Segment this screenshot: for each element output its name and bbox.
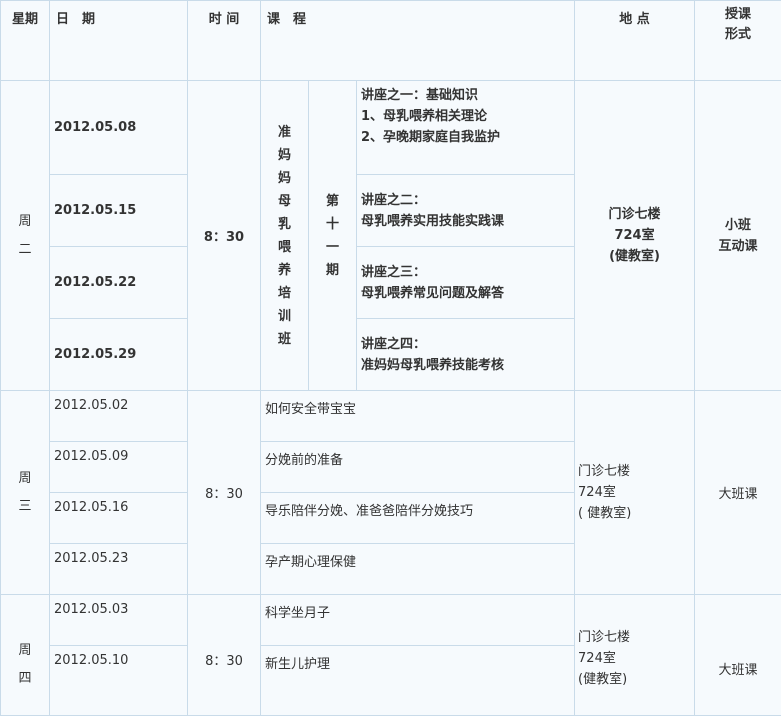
thursday-time: 8：30 xyxy=(188,595,261,716)
wednesday-location: 门诊七楼 724室 ( 健教室) xyxy=(575,391,695,595)
thursday-day-char1: 周 xyxy=(18,643,31,658)
wednesday-date-1: 2012.05.02 xyxy=(50,391,188,442)
thursday-day-char2: 四 xyxy=(18,671,31,686)
header-form-line2: 形式 xyxy=(695,25,781,45)
header-date: 日 期 xyxy=(50,1,188,81)
thursday-location: 门诊七楼 724室 (健教室) xyxy=(575,595,695,716)
wednesday-date-4: 2012.05.23 xyxy=(50,544,188,595)
tuesday-lecture-2: 讲座之二： 母乳喂养实用技能实践课 xyxy=(357,175,575,247)
tuesday-day-char2: 二 xyxy=(18,242,31,257)
header-course: 课 程 xyxy=(261,1,575,81)
tuesday-location: 门诊七楼 724室 (健教室) xyxy=(575,81,695,391)
thursday-form: 大班课 xyxy=(695,595,781,716)
lecture-4-line2: 准妈妈母乳喂养技能考核 xyxy=(361,355,574,376)
thursday-day-cell: 周 四 xyxy=(1,595,50,716)
wednesday-course-2: 分娩前的准备 xyxy=(261,442,575,493)
lecture-4-title: 讲座之四： xyxy=(361,334,574,355)
wednesday-day-char1: 周 xyxy=(18,471,31,486)
wednesday-course-1: 如何安全带宝宝 xyxy=(261,391,575,442)
header-weekday: 星期 xyxy=(1,1,50,81)
tuesday-course-name: 准妈妈母乳喂养培训班 xyxy=(277,121,291,351)
wednesday-course-4: 孕产期心理保健 xyxy=(261,544,575,595)
tuesday-lecture-4: 讲座之四： 准妈妈母乳喂养技能考核 xyxy=(357,319,575,391)
wednesday-date-3: 2012.05.16 xyxy=(50,493,188,544)
wednesday-day-cell: 周 三 xyxy=(1,391,50,595)
thursday-course-1: 科学坐月子 xyxy=(261,595,575,646)
lecture-3-line2: 母乳喂养常见问题及解答 xyxy=(361,283,574,304)
tuesday-form-line2: 互动课 xyxy=(695,236,781,257)
tuesday-course-name-cell: 准妈妈母乳喂养培训班 xyxy=(261,81,309,391)
tuesday-date-1: 2012.05.08 xyxy=(50,81,188,175)
tuesday-form: 小班 互动课 xyxy=(695,81,781,391)
tuesday-lecture-3: 讲座之三： 母乳喂养常见问题及解答 xyxy=(357,247,575,319)
thursday-course-2: 新生儿护理 xyxy=(261,646,575,716)
tuesday-form-line1: 小班 xyxy=(695,215,781,236)
tuesday-location-line2: 724室 xyxy=(575,225,694,246)
tuesday-period-cell: 第十一期 xyxy=(309,81,357,391)
thursday-date-2: 2012.05.10 xyxy=(50,646,188,716)
thursday-location-line1: 门诊七楼 xyxy=(578,627,694,648)
header-form: 授课 形式 xyxy=(695,1,781,81)
tuesday-period: 第十一期 xyxy=(325,190,339,282)
tuesday-date-2: 2012.05.15 xyxy=(50,175,188,247)
header-row: 星期 日 期 时 间 课 程 地 点 授课 形式 xyxy=(1,1,781,81)
wednesday-time: 8：30 xyxy=(188,391,261,595)
wednesday-row-1: 周 三 2012.05.02 8：30 如何安全带宝宝 门诊七楼 724室 ( … xyxy=(1,391,781,442)
lecture-2-title: 讲座之二： xyxy=(361,190,574,211)
lecture-3-title: 讲座之三： xyxy=(361,262,574,283)
lecture-1-title: 讲座之一：基础知识 xyxy=(361,85,574,106)
tuesday-date-4: 2012.05.29 xyxy=(50,319,188,391)
lecture-2-line2: 母乳喂养实用技能实践课 xyxy=(361,211,574,232)
schedule-table: 星期 日 期 时 间 课 程 地 点 授课 形式 周 二 2012.05.08 … xyxy=(0,0,781,716)
lecture-1-line2: 1、母乳喂养相关理论 xyxy=(361,106,574,127)
lecture-1-line3: 2、孕晚期家庭自我监护 xyxy=(361,127,574,148)
header-location: 地 点 xyxy=(575,1,695,81)
tuesday-row-1: 周 二 2012.05.08 8：30 准妈妈母乳喂养培训班 第十一期 讲座之一… xyxy=(1,81,781,175)
wednesday-course-3: 导乐陪伴分娩、准爸爸陪伴分娩技巧 xyxy=(261,493,575,544)
thursday-location-line2: 724室 xyxy=(578,648,694,669)
tuesday-date-3: 2012.05.22 xyxy=(50,247,188,319)
tuesday-time: 8：30 xyxy=(188,81,261,391)
header-form-line1: 授课 xyxy=(695,5,781,25)
wednesday-location-line2: 724室 xyxy=(578,482,694,503)
header-time: 时 间 xyxy=(188,1,261,81)
tuesday-location-line3: (健教室) xyxy=(575,246,694,267)
wednesday-day-char2: 三 xyxy=(18,499,31,514)
tuesday-location-line1: 门诊七楼 xyxy=(575,204,694,225)
thursday-location-line3: (健教室) xyxy=(578,669,694,690)
tuesday-day-cell: 周 二 xyxy=(1,81,50,391)
thursday-date-1: 2012.05.03 xyxy=(50,595,188,646)
tuesday-day-char1: 周 xyxy=(18,214,31,229)
tuesday-lecture-1: 讲座之一：基础知识 1、母乳喂养相关理论 2、孕晚期家庭自我监护 xyxy=(357,81,575,175)
wednesday-form: 大班课 xyxy=(695,391,781,595)
thursday-row-1: 周 四 2012.05.03 8：30 科学坐月子 门诊七楼 724室 (健教室… xyxy=(1,595,781,646)
wednesday-location-line3: ( 健教室) xyxy=(578,503,694,524)
wednesday-location-line1: 门诊七楼 xyxy=(578,461,694,482)
wednesday-date-2: 2012.05.09 xyxy=(50,442,188,493)
